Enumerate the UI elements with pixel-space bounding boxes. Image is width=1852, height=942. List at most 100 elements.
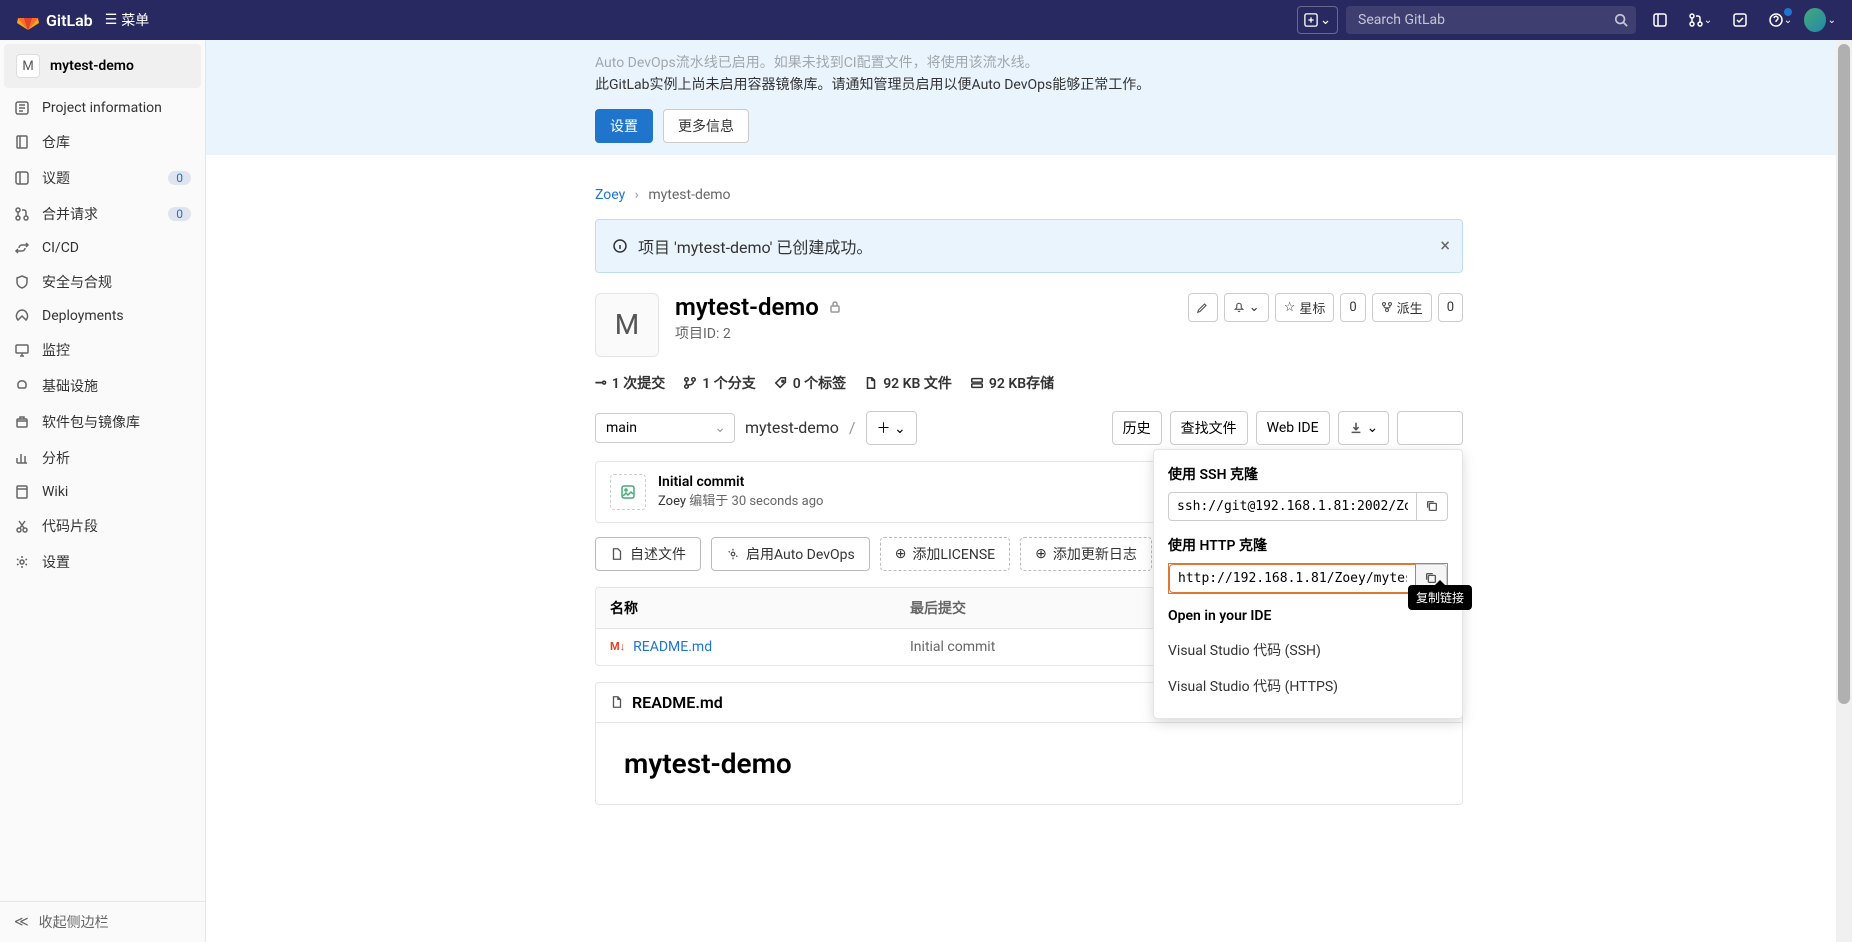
- chevron-down-icon: ⌄: [1320, 13, 1331, 28]
- sidebar-item-deployments[interactable]: Deployments: [0, 300, 205, 332]
- clone-ssh-input[interactable]: [1168, 492, 1417, 521]
- project-title: mytest-demo: [675, 293, 1172, 321]
- clone-button[interactable]: 克隆 ⌄: [1397, 411, 1463, 445]
- readme-title: mytest-demo: [624, 747, 1434, 780]
- sidebar-item-infrastructure[interactable]: 基础设施: [0, 368, 205, 404]
- collapse-sidebar-button[interactable]: ≪ 收起侧边栏: [0, 901, 205, 942]
- sidebar-item-packages[interactable]: 软件包与镜像库: [0, 404, 205, 440]
- breadcrumb-project[interactable]: mytest-demo: [648, 187, 730, 203]
- project-header: M mytest-demo 项目ID: 2 ⌄ ☆ 星标 0 派生 0: [595, 293, 1463, 357]
- sidebar-item-label: 基础设施: [42, 376, 191, 396]
- clone-dropdown: 使用 SSH 克隆 使用 HTTP 克隆 复制链接 Open in your I…: [1153, 449, 1463, 719]
- lock-icon: [827, 299, 843, 315]
- scrollbar[interactable]: [1836, 40, 1852, 942]
- banner-settings-button[interactable]: 设置: [595, 109, 653, 143]
- clone-http-row: [1168, 563, 1448, 594]
- sidebar-item-repository[interactable]: 仓库: [0, 124, 205, 160]
- ide-option-https[interactable]: Visual Studio 代码 (HTTPS): [1168, 668, 1448, 704]
- sidebar-scroll[interactable]: M mytest-demo Project information 仓库 议题0…: [0, 40, 205, 901]
- sidebar-item-project-info[interactable]: Project information: [0, 92, 205, 124]
- add-file-button[interactable]: ＋ ⌄: [866, 411, 917, 445]
- project-settings-button[interactable]: [1188, 293, 1218, 322]
- sidebar-item-security[interactable]: 安全与合规: [0, 264, 205, 300]
- stat-size[interactable]: 92 KB 文件: [864, 373, 952, 393]
- sidebar-item-monitor[interactable]: 监控: [0, 332, 205, 368]
- download-button[interactable]: ⌄: [1338, 411, 1390, 445]
- copy-ssh-button[interactable]: [1417, 492, 1448, 521]
- cicd-icon: [14, 240, 30, 256]
- path-project[interactable]: mytest-demo: [745, 418, 839, 437]
- todos-button[interactable]: [1724, 4, 1756, 36]
- notification-button[interactable]: ⌄: [1224, 293, 1269, 322]
- alert-close-button[interactable]: ×: [1440, 235, 1450, 256]
- sidebar-item-label: 安全与合规: [42, 272, 191, 292]
- stat-storage[interactable]: 92 KB存储: [970, 373, 1054, 393]
- search-input[interactable]: [1346, 6, 1636, 34]
- issues-icon: [14, 170, 30, 186]
- sidebar-item-merge-requests[interactable]: 合并请求0: [0, 196, 205, 232]
- analytics-icon: [14, 450, 30, 466]
- create-new-button[interactable]: ⌄: [1297, 6, 1338, 34]
- stat-commits[interactable]: ⊸1 次提交: [595, 373, 665, 393]
- clone-http-title: 使用 HTTP 克隆: [1168, 535, 1448, 555]
- sidebar-item-snippets[interactable]: 代码片段: [0, 508, 205, 544]
- stat-tags[interactable]: 0 个标签: [774, 373, 846, 393]
- search-wrapper: [1346, 6, 1636, 34]
- ide-option-ssh[interactable]: Visual Studio 代码 (SSH): [1168, 632, 1448, 668]
- open-ide-title: Open in your IDE: [1168, 608, 1448, 624]
- alert-text: 项目 'mytest-demo' 已创建成功。: [638, 234, 872, 258]
- star-button[interactable]: ☆ 星标: [1275, 293, 1335, 322]
- readme-button[interactable]: 自述文件: [595, 537, 701, 571]
- project-title-block: mytest-demo 项目ID: 2: [675, 293, 1172, 343]
- success-alert: 项目 'mytest-demo' 已创建成功。 ×: [595, 219, 1463, 273]
- commit-title[interactable]: Initial commit: [658, 474, 823, 490]
- sidebar-project-header[interactable]: M mytest-demo: [4, 44, 201, 88]
- file-name[interactable]: README.md: [633, 639, 712, 655]
- topbar: GitLab ☰ 菜单 ⌄ ⌄ ⌄ ⌄: [0, 0, 1852, 40]
- fork-button[interactable]: 派生: [1372, 293, 1432, 322]
- wiki-icon: [14, 484, 30, 500]
- banner-more-button[interactable]: 更多信息: [663, 109, 749, 143]
- history-button[interactable]: 历史: [1112, 411, 1162, 445]
- autodevops-banner: Auto DevOps流水线已启用。如果未找到CI配置文件，将使用该流水线。 此…: [206, 40, 1852, 155]
- clone-http-input[interactable]: [1169, 564, 1416, 593]
- project-avatar: M: [595, 293, 659, 357]
- enable-autodevops-button[interactable]: 启用Auto DevOps: [711, 537, 870, 571]
- issues-count-badge: 0: [168, 171, 191, 185]
- breadcrumb-separator: ›: [635, 187, 639, 203]
- issues-shortcut-button[interactable]: [1644, 4, 1676, 36]
- sidebar-item-settings[interactable]: 设置: [0, 544, 205, 580]
- user-menu-button[interactable]: ⌄: [1804, 4, 1836, 36]
- collapse-label: 收起侧边栏: [39, 912, 109, 932]
- snippet-icon: [14, 518, 30, 534]
- info-icon: [14, 100, 30, 116]
- commit-icon: ⊸: [595, 375, 607, 391]
- add-changelog-button[interactable]: ⊕添加更新日志: [1020, 537, 1152, 571]
- gitlab-logo[interactable]: GitLab: [16, 8, 93, 32]
- content[interactable]: Auto DevOps流水线已启用。如果未找到CI配置文件，将使用该流水线。 此…: [206, 40, 1852, 942]
- toolbar-right: 历史 查找文件 Web IDE ⌄ 克隆 ⌄ 使用 SSH 克隆 使用 HTTP…: [1112, 411, 1463, 445]
- banner-text: Auto DevOps流水线已启用。如果未找到CI配置文件，将使用该流水线。 此…: [595, 52, 1463, 143]
- scrollbar-thumb[interactable]: [1838, 44, 1850, 704]
- storage-icon: [970, 376, 984, 390]
- merge-requests-shortcut-button[interactable]: ⌄: [1684, 4, 1716, 36]
- sidebar-item-wiki[interactable]: Wiki: [0, 476, 205, 508]
- branch-selector[interactable]: main: [595, 413, 735, 443]
- commit-meta: Zoey 编辑于 30 seconds ago: [658, 490, 823, 509]
- search-icon: [1614, 13, 1628, 27]
- sidebar-item-analytics[interactable]: 分析: [0, 440, 205, 476]
- menu-button[interactable]: ☰ 菜单: [105, 10, 150, 30]
- sidebar-item-cicd[interactable]: CI/CD: [0, 232, 205, 264]
- stat-branches[interactable]: 1 个分支: [683, 373, 755, 393]
- deploy-icon: [14, 308, 30, 324]
- find-file-button[interactable]: 查找文件: [1170, 411, 1248, 445]
- add-license-button[interactable]: ⊕添加LICENSE: [880, 537, 1010, 571]
- project-actions: ⌄ ☆ 星标 0 派生 0: [1188, 293, 1463, 322]
- sidebar-item-issues[interactable]: 议题0: [0, 160, 205, 196]
- mr-count-badge: 0: [168, 207, 191, 221]
- breadcrumb-owner[interactable]: Zoey: [595, 187, 625, 203]
- topbar-right: ⌄ ⌄ ⌄ ⌄: [1297, 4, 1836, 36]
- web-ide-button[interactable]: Web IDE: [1256, 411, 1330, 445]
- help-button[interactable]: ⌄: [1764, 4, 1796, 36]
- brand-text: GitLab: [46, 11, 93, 30]
